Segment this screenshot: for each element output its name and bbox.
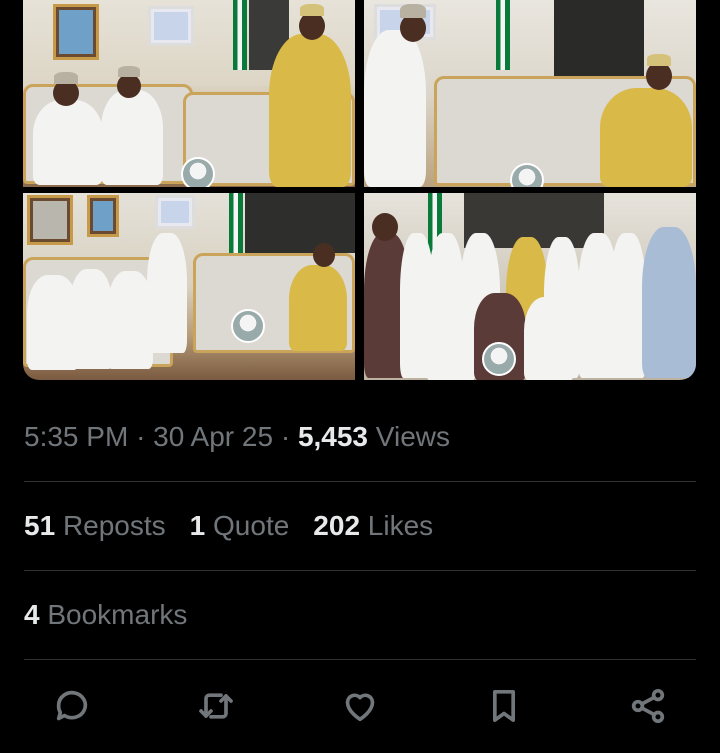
share-icon bbox=[631, 689, 665, 723]
reply-icon bbox=[56, 690, 88, 721]
post-time[interactable]: 5:35 PM bbox=[24, 421, 128, 452]
action-bar bbox=[0, 684, 720, 734]
reply-button[interactable] bbox=[50, 684, 94, 728]
quotes-count: 1 bbox=[189, 510, 206, 541]
divider bbox=[24, 659, 696, 660]
views-count: 5,453 bbox=[297, 421, 369, 452]
bookmarks-stat[interactable]: 4 Bookmarks bbox=[24, 599, 187, 631]
repost-button[interactable] bbox=[194, 684, 238, 728]
divider bbox=[24, 570, 696, 571]
quotes-label: Quote bbox=[213, 510, 290, 541]
post-date[interactable]: 30 Apr 25 bbox=[153, 421, 273, 452]
bookmarks-count: 4 bbox=[24, 599, 40, 630]
media-grid bbox=[23, 0, 696, 380]
divider bbox=[24, 481, 696, 482]
post-meta: 5:35 PM · 30 Apr 25 · 5,453 Views bbox=[24, 421, 450, 453]
reposts-label: Reposts bbox=[62, 510, 166, 541]
views-label: Views bbox=[375, 421, 450, 452]
reposts-stat[interactable]: 51 Reposts bbox=[24, 510, 166, 542]
separator: · bbox=[280, 421, 291, 452]
photo-1[interactable] bbox=[23, 0, 355, 187]
separator: · bbox=[136, 421, 146, 452]
photo-3[interactable] bbox=[23, 193, 355, 380]
bookmark-button[interactable] bbox=[482, 684, 526, 728]
repost-icon bbox=[199, 693, 233, 719]
photo-2[interactable] bbox=[364, 0, 696, 187]
bookmarks-label: Bookmarks bbox=[47, 599, 188, 630]
quotes-stat[interactable]: 1 Quote bbox=[190, 510, 290, 542]
likes-stat[interactable]: 202 Likes bbox=[313, 510, 433, 542]
like-icon bbox=[345, 693, 375, 722]
likes-label: Likes bbox=[367, 510, 434, 541]
bookmark-icon bbox=[493, 690, 515, 722]
photo-4[interactable] bbox=[364, 193, 696, 380]
likes-count: 202 bbox=[313, 510, 361, 541]
like-button[interactable] bbox=[338, 684, 382, 728]
engagement-stats: 51 Reposts 1 Quote 202 Likes bbox=[24, 510, 433, 542]
reposts-count: 51 bbox=[24, 510, 56, 541]
share-button[interactable] bbox=[626, 684, 670, 728]
